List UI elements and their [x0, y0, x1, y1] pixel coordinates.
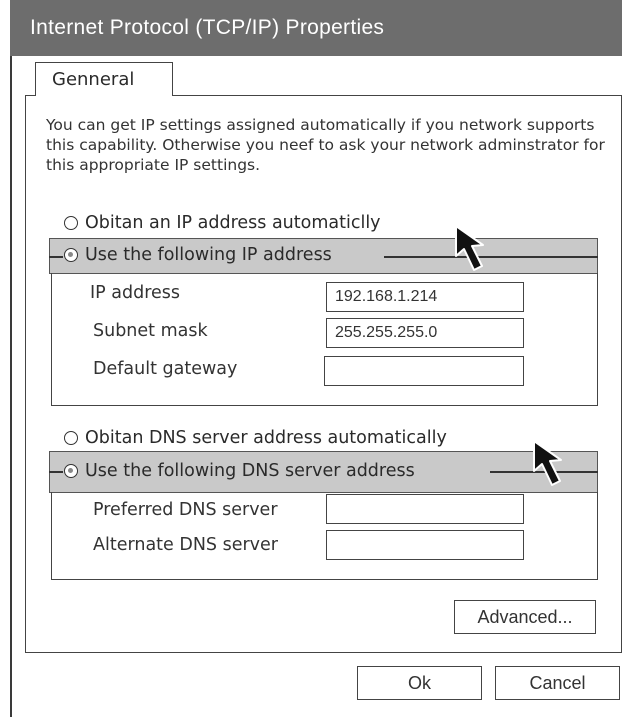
- subnet-mask-label: Subnet mask: [93, 321, 208, 341]
- window-border: [10, 56, 12, 717]
- group-divider: [49, 471, 63, 473]
- ok-button-label: Ok: [407, 672, 431, 693]
- radio-use-following-dns[interactable]: Use the following DNS server address: [64, 461, 415, 481]
- radio-obtain-dns-auto-label: Obitan DNS server address automatically: [85, 428, 447, 448]
- cancel-button-label: Cancel: [529, 672, 586, 693]
- radio-button-icon[interactable]: [64, 431, 78, 445]
- subnet-mask-input[interactable]: 255.255.255.0: [326, 318, 524, 348]
- advanced-button[interactable]: Advanced...: [454, 600, 596, 634]
- radio-use-following-dns-label: Use the following DNS server address: [85, 461, 415, 481]
- radio-button-selected-icon[interactable]: [64, 248, 78, 262]
- advanced-button-label: Advanced...: [477, 606, 573, 627]
- mouse-pointer-icon: [533, 440, 562, 486]
- default-gateway-input[interactable]: [324, 356, 524, 386]
- tab-general[interactable]: Genneral: [35, 62, 173, 96]
- ip-address-label: IP address: [90, 283, 181, 303]
- radio-button-selected-icon[interactable]: [64, 464, 78, 478]
- radio-use-following-ip-label: Use the following IP address: [85, 245, 332, 265]
- alternate-dns-label: Alternate DNS server: [93, 535, 278, 555]
- radio-button-icon[interactable]: [64, 216, 78, 230]
- preferred-dns-label: Preferred DNS server: [93, 500, 278, 520]
- mouse-pointer-icon: [455, 225, 484, 271]
- tab-general-label: Genneral: [52, 69, 135, 90]
- radio-obtain-ip-auto-label: Obitan an IP address automaticlly: [85, 213, 381, 233]
- group-divider: [49, 256, 63, 258]
- description-text: You can get IP settings assigned automat…: [46, 116, 605, 174]
- radio-use-following-ip[interactable]: Use the following IP address: [64, 245, 332, 265]
- alternate-dns-input[interactable]: [326, 530, 524, 560]
- window-titlebar[interactable]: Internet Protocol (TCP/IP) Properties: [10, 0, 622, 56]
- radio-obtain-dns-auto[interactable]: Obitan DNS server address automatically: [64, 428, 447, 448]
- preferred-dns-input[interactable]: [326, 494, 524, 524]
- cancel-button[interactable]: Cancel: [495, 666, 620, 700]
- ok-button[interactable]: Ok: [357, 666, 482, 700]
- default-gateway-label: Default gateway: [93, 359, 238, 379]
- radio-obtain-ip-auto[interactable]: Obitan an IP address automaticlly: [64, 213, 381, 233]
- window-title: Internet Protocol (TCP/IP) Properties: [30, 16, 385, 39]
- ip-address-input[interactable]: 192.168.1.214: [326, 282, 524, 312]
